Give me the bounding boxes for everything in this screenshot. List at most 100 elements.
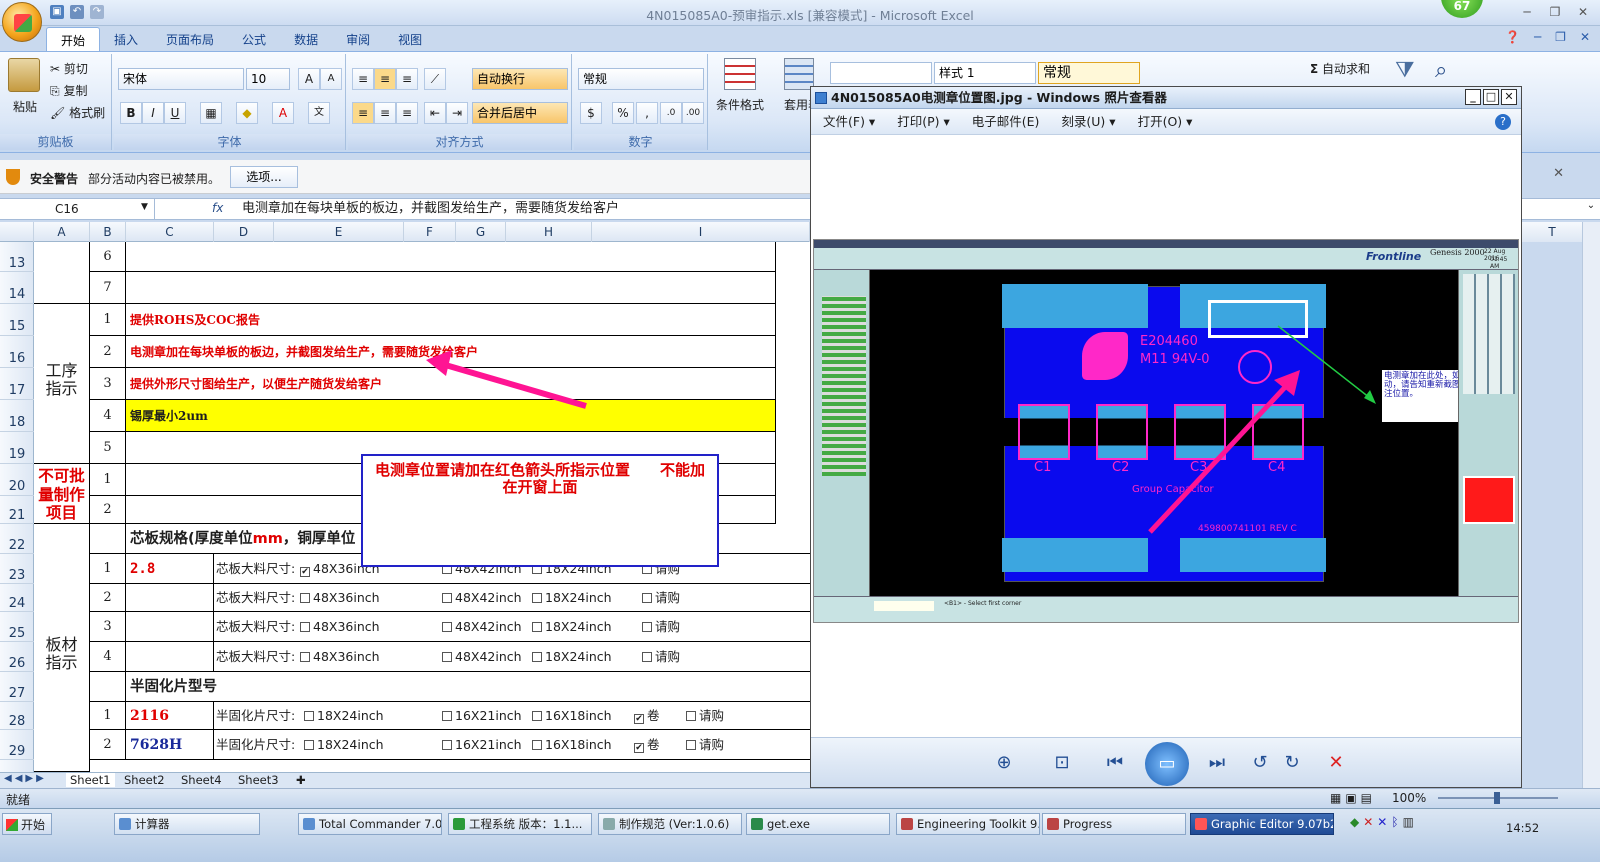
shrink-font-icon[interactable]: A xyxy=(320,68,342,90)
zoom-thumb[interactable] xyxy=(1494,792,1500,804)
column-header[interactable]: I xyxy=(592,222,810,242)
fill-color-icon[interactable]: ◆ xyxy=(236,102,258,124)
row-header[interactable]: 15 xyxy=(0,304,34,336)
menu-print[interactable]: 打印(P) ▾ xyxy=(897,109,950,134)
decrease-decimal-icon[interactable]: .00 xyxy=(682,102,704,124)
delete-icon[interactable]: ✕ xyxy=(1323,750,1349,776)
network-icon[interactable]: ▥ xyxy=(1403,815,1414,855)
row-header[interactable]: 29 xyxy=(0,730,34,760)
core-thickness[interactable] xyxy=(126,642,214,672)
row-header[interactable]: 23 xyxy=(0,554,34,584)
slideshow-icon[interactable]: ▭ xyxy=(1145,742,1189,786)
copy-button[interactable]: ⎘ 复制 xyxy=(50,82,87,99)
cell-a13[interactable] xyxy=(34,242,90,304)
core-option[interactable]: 请购 xyxy=(642,584,680,611)
core-row-number[interactable]: 1 xyxy=(90,554,126,584)
tab-review[interactable]: 审阅 xyxy=(332,27,384,51)
tab-home[interactable]: 开始 xyxy=(46,27,101,51)
sheet-tab[interactable]: Sheet1 xyxy=(66,773,115,787)
column-header[interactable]: H xyxy=(506,222,592,242)
cell-c14[interactable] xyxy=(126,272,776,304)
close-icon[interactable]: ✕ xyxy=(1570,3,1596,21)
prepreg-size-row[interactable]: 半固化片尺寸: 18X24inch 16X21inch 16X18inch ✔ 卷… xyxy=(214,730,810,760)
row-number[interactable]: 2 xyxy=(90,496,126,524)
row-header[interactable]: 20 xyxy=(0,464,34,496)
paste-button[interactable]: 粘贴 xyxy=(13,98,37,115)
cam-color-swatch[interactable] xyxy=(1463,476,1515,524)
currency-icon[interactable]: $ xyxy=(580,102,602,124)
prepreg-option[interactable]: 请购 xyxy=(686,702,724,729)
rotate-left-icon[interactable]: ↺ xyxy=(1247,750,1273,776)
prepreg-size-row[interactable]: 半固化片尺寸: 18X24inch 16X21inch 16X18inch ✔ 卷… xyxy=(214,702,810,730)
cam-status-input[interactable] xyxy=(874,601,934,611)
row-header[interactable]: 26 xyxy=(0,642,34,672)
office-button[interactable] xyxy=(2,2,42,42)
row-header[interactable]: 19 xyxy=(0,432,34,464)
taskbar-item-engineering-system[interactable]: 工程系统 版本：1.1... xyxy=(448,813,592,835)
row-header[interactable]: 17 xyxy=(0,368,34,400)
column-header-t[interactable]: T xyxy=(1522,222,1582,242)
tab-data[interactable]: 数据 xyxy=(280,27,332,51)
prepreg-option[interactable]: 18X24inch xyxy=(304,702,384,729)
zoom-icon[interactable]: ⊕ xyxy=(991,750,1017,776)
row-number[interactable]: 2 xyxy=(90,336,126,368)
process-item[interactable]: 锡厚最小2um xyxy=(126,400,776,432)
taskbar-item-calculator[interactable]: 计算器 xyxy=(114,813,260,835)
autosum-button[interactable]: Σ 自动求和 xyxy=(1310,60,1370,77)
sheet-nav-icon[interactable]: ◀◀▶▶ xyxy=(4,773,47,784)
viewer-minimize-icon[interactable]: _ xyxy=(1465,89,1481,105)
taskbar-item-get[interactable]: get.exe xyxy=(746,813,890,835)
row-header[interactable]: 27 xyxy=(0,672,34,702)
bold-icon[interactable]: B xyxy=(120,102,142,124)
prepreg-option[interactable]: ✔ 卷 xyxy=(634,730,660,759)
number-format-select[interactable]: 常规 xyxy=(578,68,704,90)
row-number[interactable]: 1 xyxy=(90,464,126,496)
save-icon[interactable]: ▣ xyxy=(50,5,64,19)
prepreg-type[interactable]: 2116 xyxy=(126,702,214,730)
cell-c13[interactable] xyxy=(126,242,776,272)
border-icon[interactable]: ▦ xyxy=(200,102,222,124)
core-option[interactable]: 48X42inch xyxy=(442,584,522,611)
new-sheet-icon[interactable]: ✚ xyxy=(296,773,306,787)
underline-icon[interactable]: U xyxy=(164,102,186,124)
row-number[interactable]: 5 xyxy=(90,432,126,464)
core-option[interactable]: 48X42inch xyxy=(442,642,522,671)
core-option[interactable]: 18X24inch xyxy=(532,612,612,641)
tray-icon[interactable]: ✕ xyxy=(1377,815,1387,855)
core-option[interactable]: 48X42inch xyxy=(442,612,522,641)
process-group-label[interactable]: 工序 指示 xyxy=(34,304,90,464)
core-size-row[interactable]: 芯板大料尺寸: 48X36inch 48X42inch 18X24inch 请购 xyxy=(214,612,810,642)
core-row-number[interactable]: 3 xyxy=(90,612,126,642)
prepreg-row-number[interactable]: 1 xyxy=(90,702,126,730)
undo-icon[interactable]: ↶ xyxy=(70,5,84,19)
format-painter-button[interactable]: 🖌 格式刷 xyxy=(50,104,105,121)
row-header[interactable]: 21 xyxy=(0,496,34,524)
sheet-tab[interactable]: Sheet4 xyxy=(181,773,222,787)
find-select-icon[interactable]: ⌕ xyxy=(1435,58,1447,83)
style-gallery-blank[interactable] xyxy=(830,62,932,84)
core-option[interactable]: 48X36inch xyxy=(300,584,380,611)
cell-b27[interactable] xyxy=(90,672,126,702)
security-options-button[interactable]: 选项... xyxy=(230,166,298,188)
merge-center-button[interactable]: 合并后居中 xyxy=(472,102,568,124)
insert-function-icon[interactable]: fx xyxy=(212,201,223,215)
column-header[interactable]: F xyxy=(404,222,456,242)
row-number[interactable]: 3 xyxy=(90,368,126,400)
row-number[interactable]: 6 xyxy=(90,242,126,272)
process-item[interactable]: 提供外形尺寸图给生产，以便生产随货发给客户 xyxy=(126,368,776,400)
decrease-indent-icon[interactable]: ⇤ xyxy=(424,102,446,124)
prepreg-type[interactable]: 7628H xyxy=(126,730,214,760)
name-box-dropdown-icon[interactable]: ▼ xyxy=(141,202,148,212)
prepreg-row-number[interactable]: 2 xyxy=(90,730,126,760)
core-option[interactable]: 48X36inch xyxy=(300,612,380,641)
tray-icon[interactable]: ◆ xyxy=(1350,815,1359,855)
conditional-format-icon[interactable] xyxy=(724,58,756,90)
rotate-right-icon[interactable]: ↻ xyxy=(1279,750,1305,776)
sheet-tab[interactable]: Sheet3 xyxy=(238,773,279,787)
core-option[interactable]: 48X36inch xyxy=(300,642,380,671)
close-security-icon[interactable]: ✕ xyxy=(1553,166,1564,181)
align-top-icon[interactable]: ≡ xyxy=(352,68,374,90)
tab-insert[interactable]: 插入 xyxy=(100,27,152,51)
cam-layer-list[interactable] xyxy=(822,296,866,476)
prepreg-header[interactable]: 半固化片型号 xyxy=(126,672,810,702)
